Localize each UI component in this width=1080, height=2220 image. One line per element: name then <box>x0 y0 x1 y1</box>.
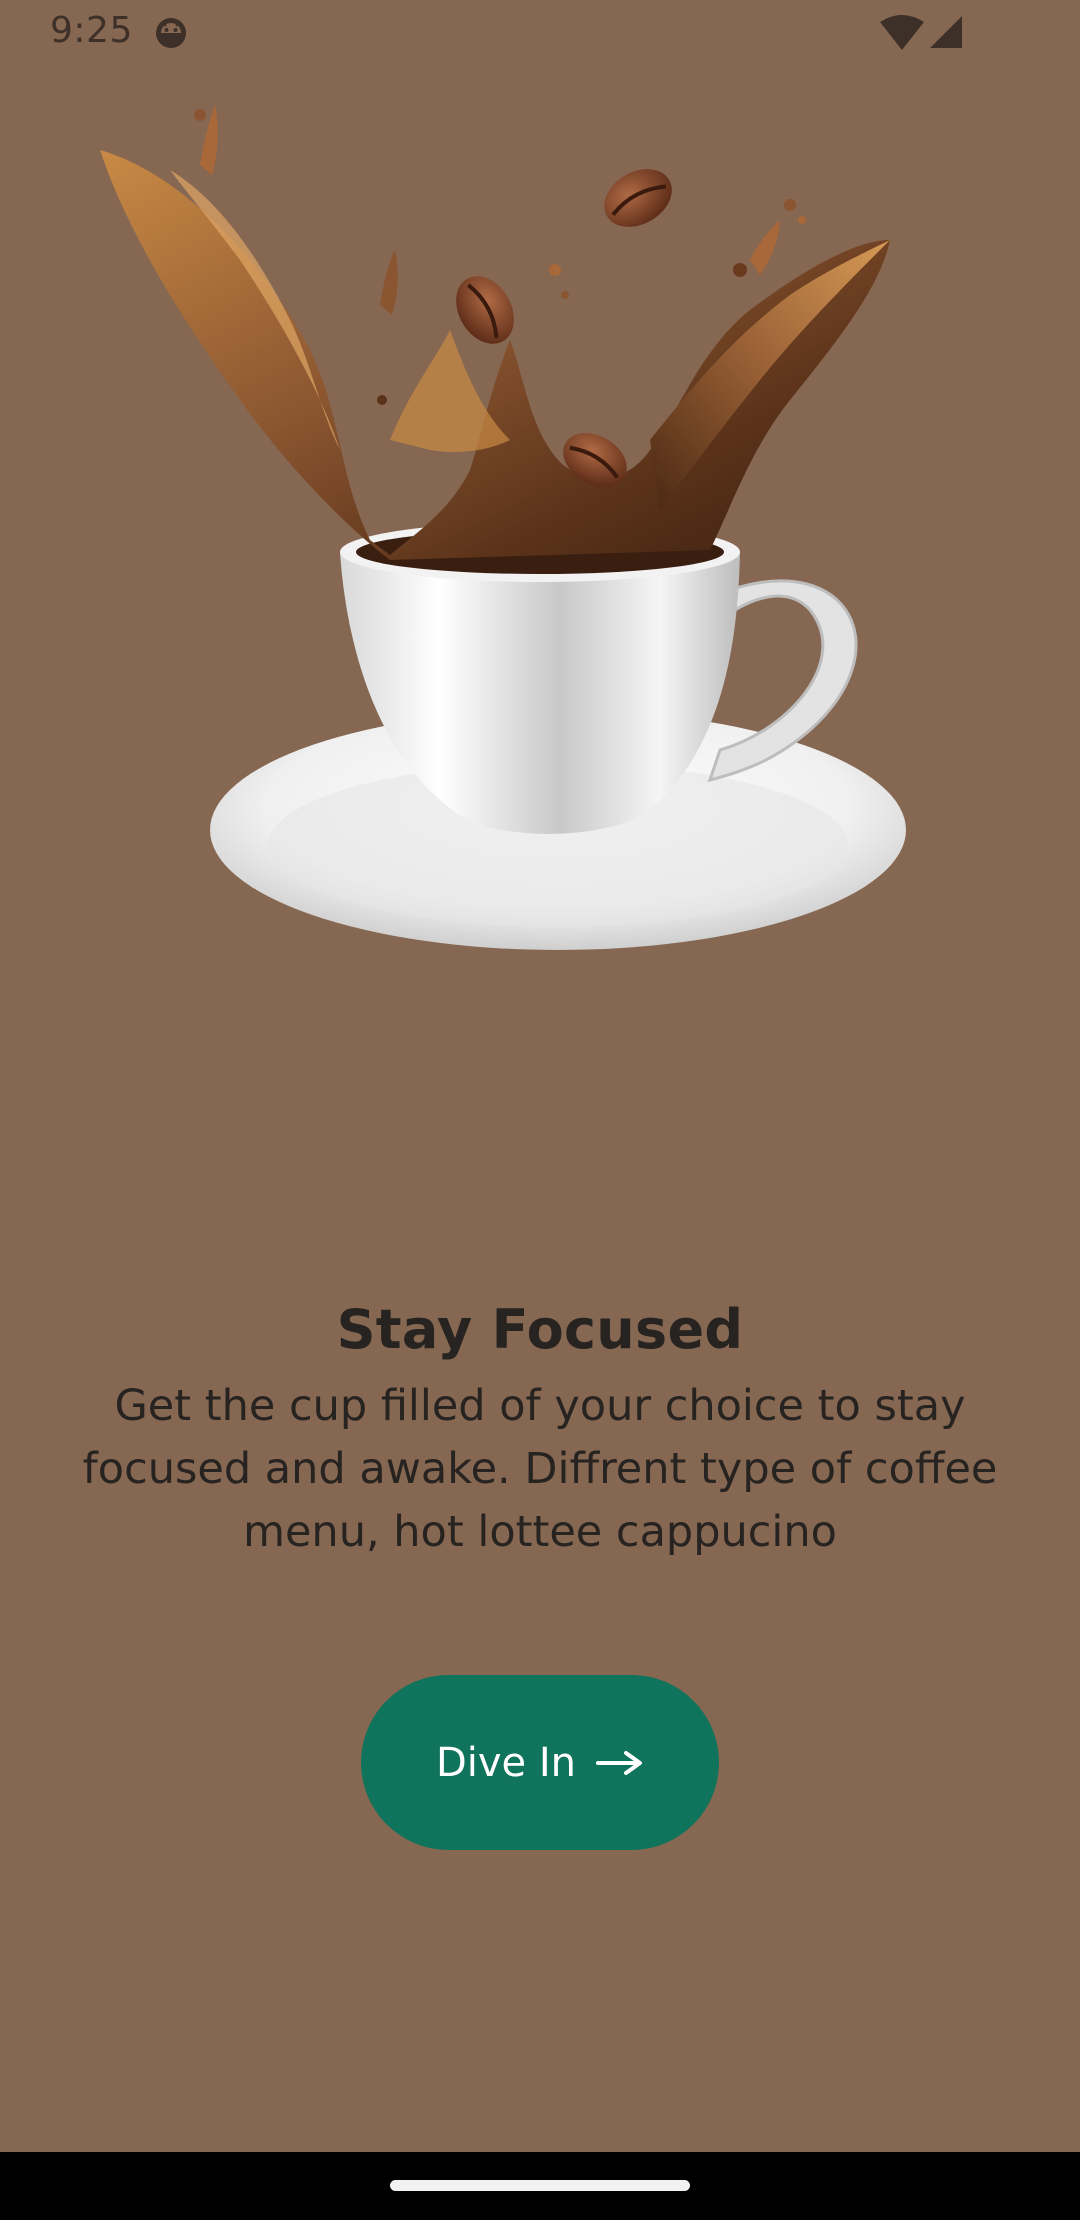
status-bar: 9:25 <box>0 0 1080 64</box>
onboarding-description: Get the cup filled of your choice to sta… <box>82 1381 998 1557</box>
navigation-bar <box>0 2152 1080 2220</box>
wifi-icon <box>880 15 924 50</box>
onboarding-screen: 9:25 Stay Focused Get the cup filled of … <box>0 0 1080 2220</box>
cellular-signal-icon <box>930 16 962 48</box>
dive-in-button[interactable]: Dive In <box>361 1675 719 1850</box>
status-time: 9:25 <box>50 10 133 51</box>
dive-in-label: Dive In <box>435 1739 577 1786</box>
home-indicator[interactable] <box>390 2180 690 2191</box>
arrow-right-icon <box>596 1750 643 1775</box>
onboarding-title: Stay Focused <box>336 1298 744 1361</box>
android-face-icon <box>156 18 186 48</box>
coffee-cup-splash-illustration <box>100 105 906 950</box>
